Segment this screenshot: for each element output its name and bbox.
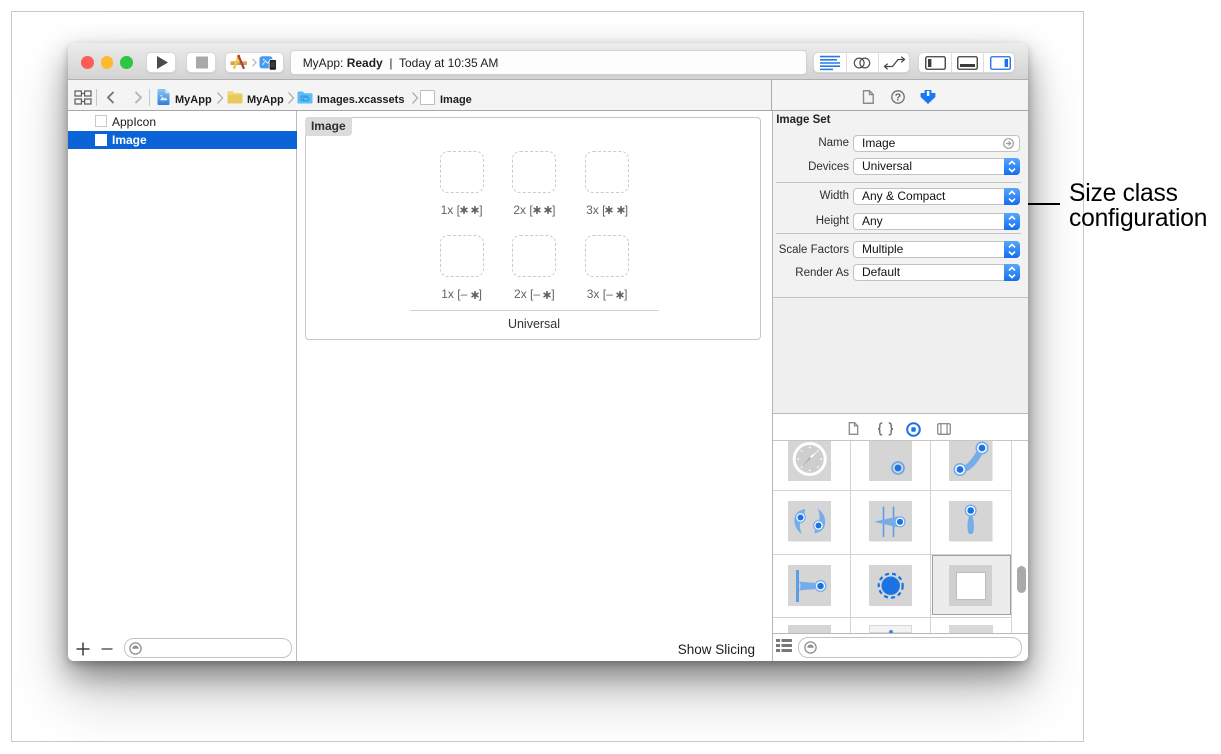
svg-text:?: ? bbox=[894, 91, 900, 103]
